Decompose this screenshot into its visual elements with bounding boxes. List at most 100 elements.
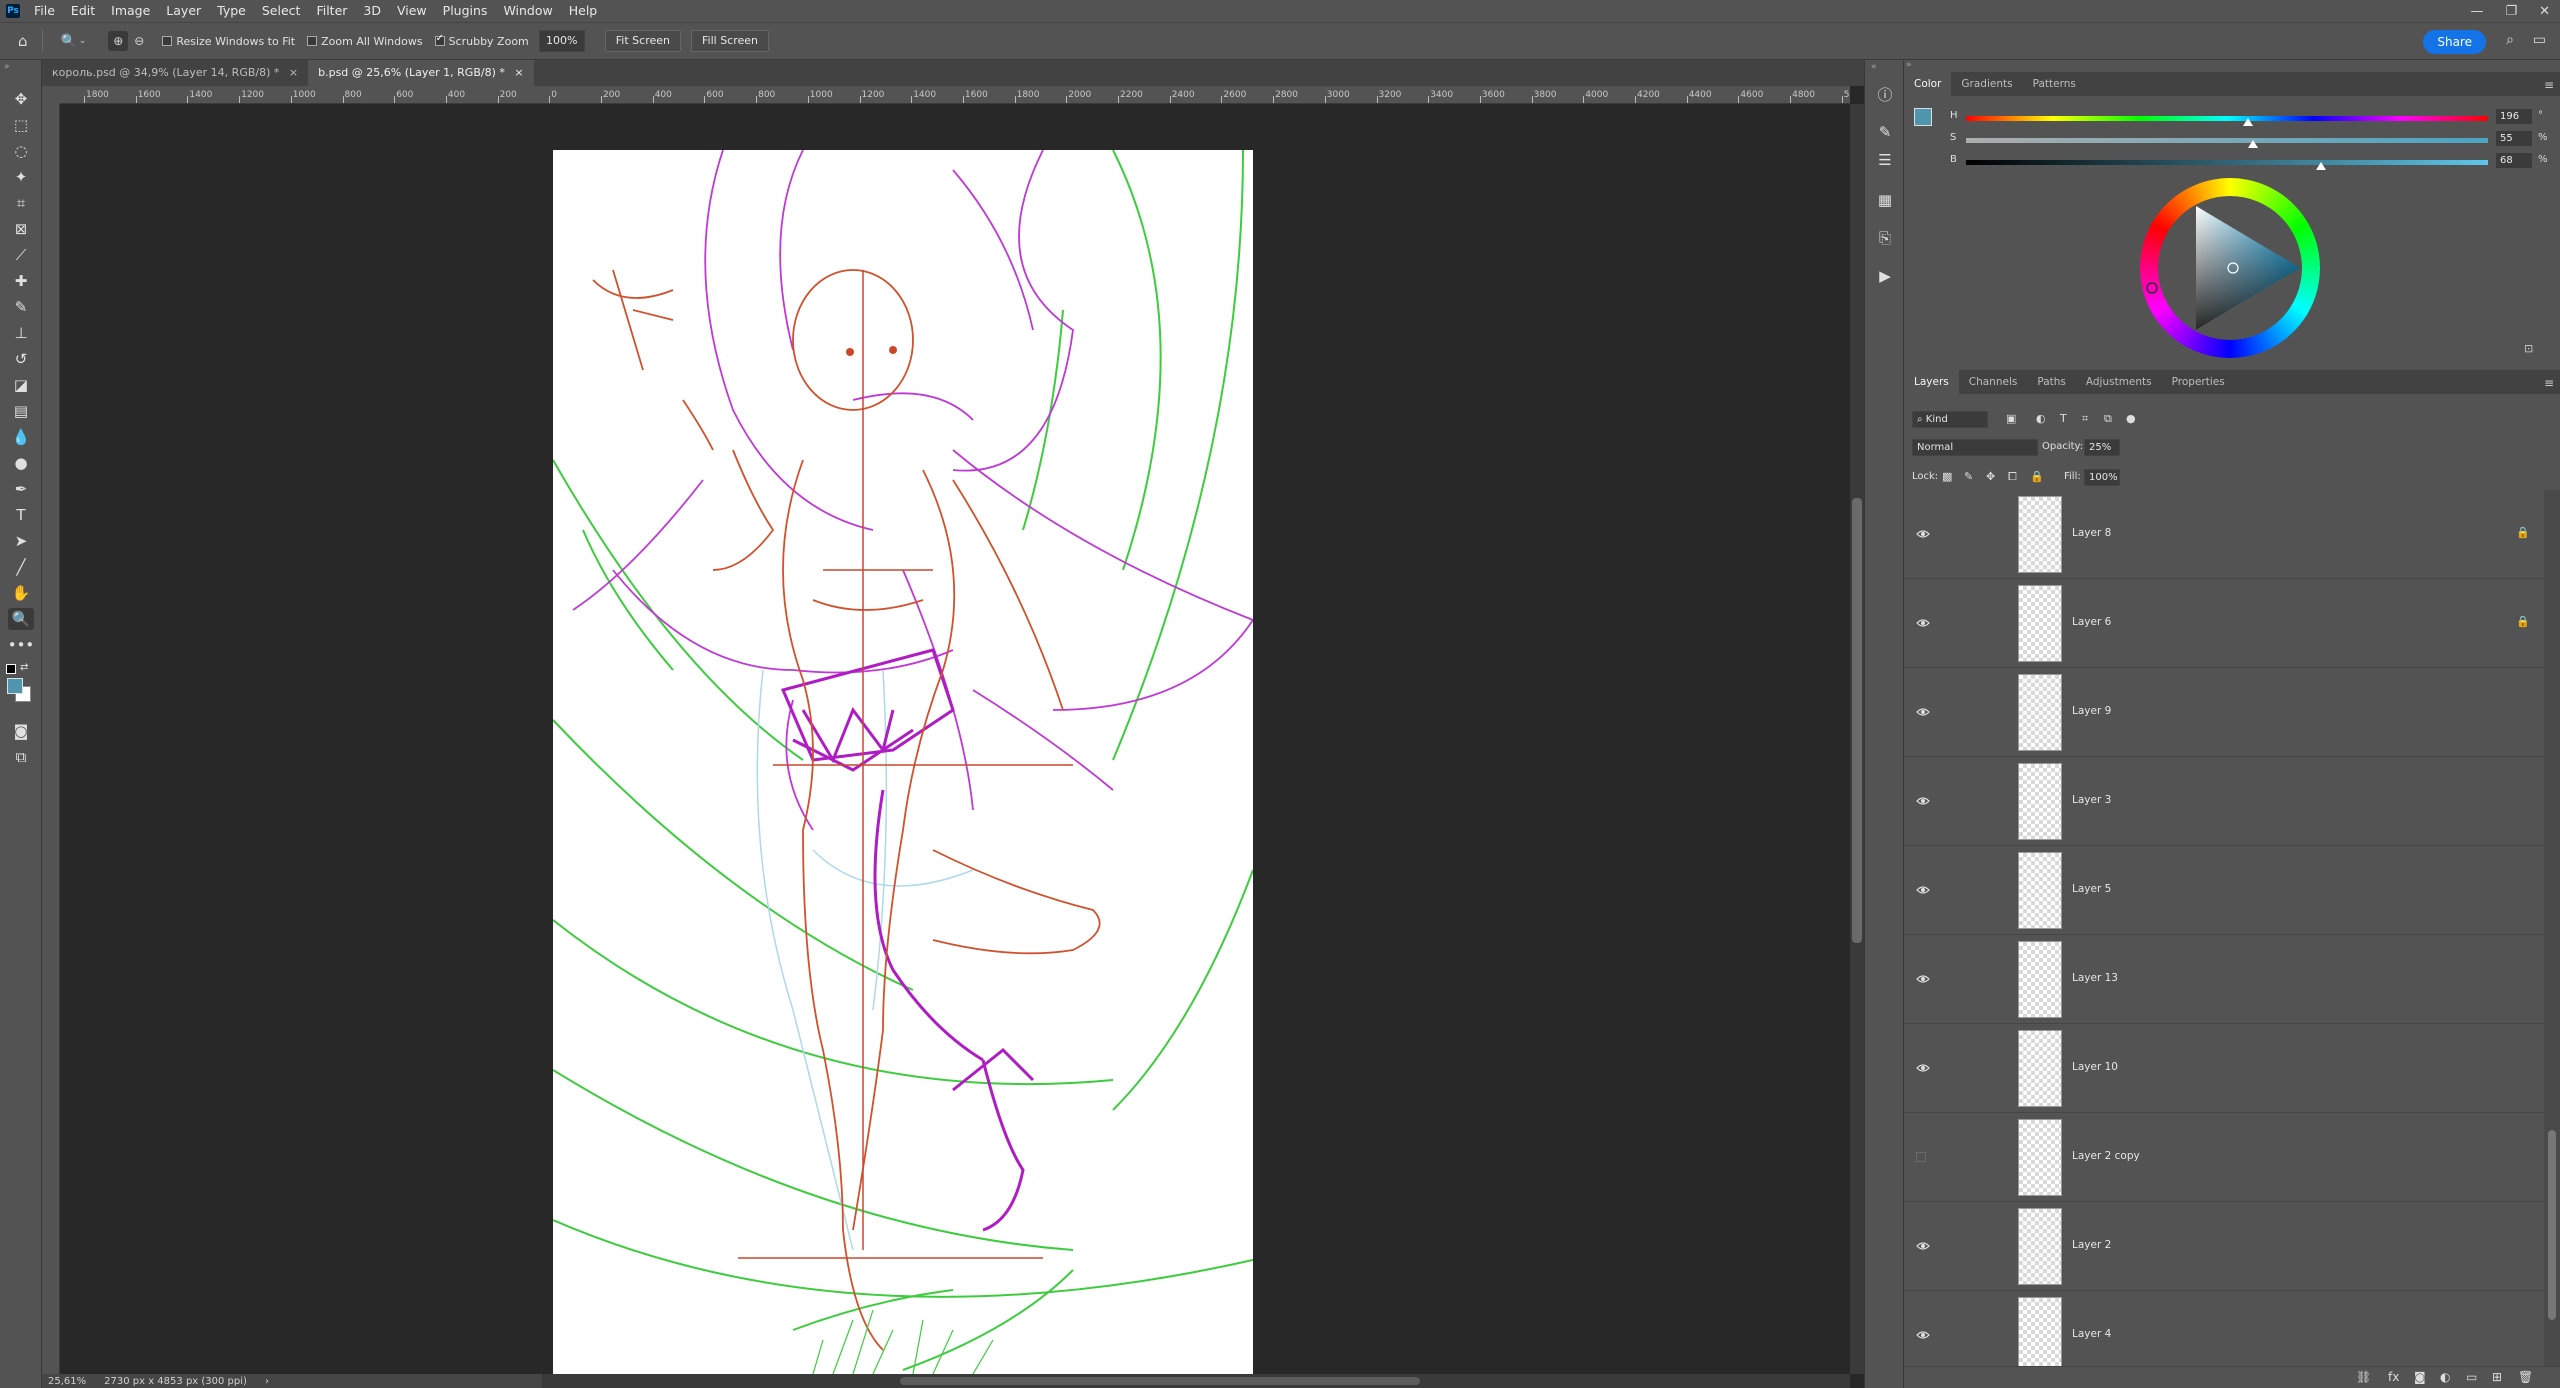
menu-file[interactable]: File	[26, 0, 63, 22]
filter-pixel-icon[interactable]: ▣	[2006, 412, 2016, 425]
color-panel-menu-icon[interactable]: ≡	[2544, 78, 2554, 92]
eraser-tool-icon[interactable]: ◪	[8, 374, 34, 396]
layer-row[interactable]: Layer 5	[1904, 846, 2544, 935]
layer-thumbnail[interactable]	[2018, 763, 2062, 840]
foreground-color-swatch[interactable]	[7, 678, 23, 694]
menu-select[interactable]: Select	[254, 0, 309, 22]
lasso-tool-icon[interactable]: ◌	[8, 140, 34, 162]
eye-icon[interactable]	[1916, 617, 1930, 631]
menu-image[interactable]: Image	[103, 0, 158, 22]
eye-icon[interactable]	[1916, 795, 1930, 809]
layer-thumbnail[interactable]	[2018, 585, 2062, 662]
more-tools-icon[interactable]: •••	[8, 634, 35, 656]
layer-name[interactable]: Layer 3	[2072, 794, 2111, 806]
layer-thumbnail[interactable]	[2018, 941, 2062, 1018]
eye-icon[interactable]	[1916, 528, 1930, 542]
layer-row[interactable]: Layer 8 🔒	[1904, 490, 2544, 579]
history-icon[interactable]: ⎘	[1873, 226, 1897, 250]
layer-name[interactable]: Layer 13	[2072, 972, 2118, 984]
layer-row[interactable]: Layer 13	[1904, 935, 2544, 1024]
menu-edit[interactable]: Edit	[63, 0, 103, 22]
vertical-scroll-thumb[interactable]	[1852, 498, 1862, 943]
menu-help[interactable]: Help	[561, 0, 606, 22]
tab-layers[interactable]: Layers	[1904, 370, 1959, 394]
info-icon[interactable]: ⓘ	[1873, 82, 1897, 106]
screen-mode-icon[interactable]: ⧉	[8, 746, 34, 768]
filter-smart-icon[interactable]: ⧉	[2104, 412, 2112, 426]
saturation-thumb[interactable]	[2248, 140, 2259, 148]
zoom-all-windows-checkbox[interactable]: Zoom All Windows	[307, 35, 423, 48]
eye-icon[interactable]	[1916, 1062, 1930, 1076]
lock-all-icon[interactable]: 🔒	[2030, 470, 2044, 483]
filter-kind-select[interactable]: ⌕ Kind	[1912, 411, 1988, 428]
fill-screen-button[interactable]: Fill Screen	[691, 30, 770, 52]
share-button[interactable]: Share	[2423, 30, 2486, 54]
status-zoom[interactable]: 25,61%	[48, 1376, 86, 1387]
saturation-slider[interactable]: S 55 %	[1950, 131, 2550, 148]
layer-name[interactable]: Layer 6	[2072, 616, 2111, 628]
layer-style-icon[interactable]: fx	[2388, 1370, 2399, 1384]
layer-row[interactable]: Layer 3	[1904, 757, 2544, 846]
layer-thumbnail[interactable]	[2018, 674, 2062, 751]
layers-panel-menu-icon[interactable]: ≡	[2544, 376, 2554, 390]
tab-gradients[interactable]: Gradients	[1951, 72, 2022, 96]
tab-channels[interactable]: Channels	[1959, 370, 2028, 394]
new-group-icon[interactable]: ▭	[2466, 1370, 2477, 1384]
zoom-tool-icon[interactable]: 🔍	[8, 608, 34, 630]
eye-icon[interactable]	[1916, 1240, 1930, 1254]
fit-screen-button[interactable]: Fit Screen	[604, 30, 681, 52]
restore-button[interactable]: ❐	[2505, 4, 2517, 19]
layer-name[interactable]: Layer 10	[2072, 1061, 2118, 1073]
magic-wand-icon[interactable]: ✦	[8, 166, 34, 188]
move-tool-icon[interactable]: ✥	[8, 88, 34, 110]
brightness-thumb[interactable]	[2315, 162, 2326, 170]
eye-icon[interactable]	[1916, 884, 1930, 898]
brush-tool-icon[interactable]: ✎	[8, 296, 34, 318]
blur-tool-icon[interactable]: 💧	[8, 426, 34, 448]
add-mask-icon[interactable]: ◙	[2414, 1370, 2426, 1384]
search-icon[interactable]: ⌕	[2506, 32, 2514, 48]
menu-window[interactable]: Window	[495, 0, 560, 22]
zoom-percent-field[interactable]: 100%	[538, 30, 585, 52]
layer-name[interactable]: Layer 8	[2072, 527, 2111, 539]
swatches-icon[interactable]: ▦	[1873, 188, 1897, 212]
history-brush-icon[interactable]: ↺	[8, 348, 34, 370]
lock-artboard-icon[interactable]: ⧠	[2008, 470, 2017, 484]
new-fill-layer-icon[interactable]: ◐	[2440, 1370, 2450, 1384]
new-layer-icon[interactable]: ⊞	[2492, 1370, 2502, 1384]
menu-type[interactable]: Type	[209, 0, 254, 22]
path-select-icon[interactable]: ➤	[8, 530, 34, 552]
menu-layer[interactable]: Layer	[158, 0, 209, 22]
hand-tool-icon[interactable]: ✋	[8, 582, 34, 604]
layer-thumbnail[interactable]	[2018, 1208, 2062, 1285]
crop-tool-icon[interactable]: ⌗	[8, 192, 34, 214]
layer-thumbnail[interactable]	[2018, 1119, 2062, 1196]
layer-row[interactable]: Layer 4	[1904, 1291, 2544, 1366]
layer-row[interactable]: Layer 2	[1904, 1202, 2544, 1291]
hue-slider[interactable]: H 196 °	[1950, 109, 2550, 126]
color-panel-resize-icon[interactable]: ⊡	[2524, 342, 2533, 355]
layer-thumbnail[interactable]	[2018, 852, 2062, 929]
layer-name[interactable]: Layer 5	[2072, 883, 2111, 895]
dodge-tool-icon[interactable]: ●	[8, 452, 34, 474]
eyedropper-icon[interactable]: ⟋	[8, 244, 34, 266]
tab-korol[interactable]: король.psd @ 34,9% (Layer 14, RGB/8) * ×	[42, 60, 309, 86]
zoom-out-icon[interactable]: ⊖	[134, 34, 144, 48]
brightness-slider[interactable]: B 68 %	[1950, 153, 2550, 170]
layer-name[interactable]: Layer 9	[2072, 705, 2111, 717]
foreground-swatch[interactable]	[1914, 108, 1932, 126]
menu-3d[interactable]: 3D	[355, 0, 389, 22]
hue-thumb[interactable]	[2242, 118, 2253, 126]
link-layers-icon[interactable]: ⛓	[2356, 1370, 2371, 1384]
type-tool-icon[interactable]: T	[8, 504, 34, 526]
menu-plugins[interactable]: Plugins	[435, 0, 496, 22]
quick-mask-icon[interactable]: ◙	[8, 720, 34, 742]
brightness-value-field[interactable]: 68	[2496, 153, 2532, 168]
tab-b[interactable]: b.psd @ 25,6% (Layer 1, RGB/8) * ×	[308, 60, 534, 86]
default-colors-icon[interactable]	[6, 664, 16, 674]
horizontal-scroll-thumb[interactable]	[900, 1377, 1420, 1385]
tab-paths[interactable]: Paths	[2027, 370, 2076, 394]
close-button[interactable]: ✕	[2539, 4, 2550, 19]
scrubby-box[interactable]	[434, 33, 445, 46]
close-tab-icon[interactable]: ×	[289, 66, 298, 79]
